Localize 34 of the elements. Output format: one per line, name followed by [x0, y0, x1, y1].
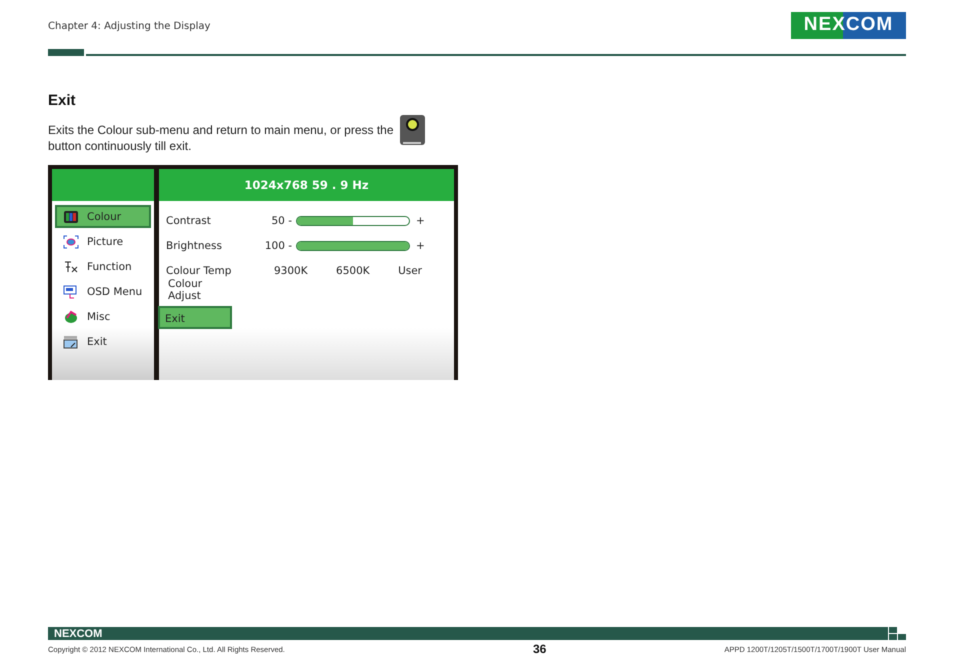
menu-item[interactable]: Picture [55, 230, 151, 253]
setting-label: Colour Temp [166, 264, 232, 276]
temperature-option[interactable]: User [398, 264, 422, 276]
chapter-title: Chapter 4: Adjusting the Display [48, 20, 210, 32]
function-fx-icon [63, 260, 79, 274]
menu-item[interactable]: OSD Menu [55, 280, 151, 303]
setting-label: Brightness [166, 240, 223, 252]
slider[interactable] [296, 216, 410, 226]
setting-label: Contrast [166, 214, 212, 226]
setting-value: 50 - [270, 214, 292, 226]
menu-item[interactable]: Function [55, 255, 151, 278]
footer-logo: NEXCOM [54, 628, 102, 640]
submenu-item[interactable]: Exit [158, 306, 232, 329]
setting-value: 100 - [264, 240, 292, 252]
company-logo: NEXCOM [791, 12, 906, 38]
menu-item[interactable]: Colour [55, 205, 151, 228]
page-number: 36 [532, 642, 546, 656]
temperature-option[interactable]: 6500K [336, 264, 370, 276]
resolution-header: 1024x768 59 . 9 Hz [159, 169, 454, 201]
monitor-icon [63, 284, 79, 298]
menu-item[interactable]: Exit [55, 330, 151, 353]
colour-bars-icon [63, 210, 79, 224]
section-heading: Exit [48, 92, 77, 109]
body-text: Exits the Colour sub-menu and return to main menu, or press the [48, 122, 394, 139]
plus-sign: + [416, 214, 425, 226]
temperature-option[interactable]: 9300K [274, 264, 308, 276]
button-photo [400, 115, 425, 145]
picture-target-icon [63, 234, 79, 248]
body-text: button continuously till exit. [48, 138, 192, 155]
header-accent-bar [48, 49, 84, 56]
menu-item[interactable]: Misc [55, 305, 151, 328]
plus-sign: + [416, 240, 425, 252]
exit-icon [63, 334, 79, 348]
misc-icon [63, 310, 79, 324]
